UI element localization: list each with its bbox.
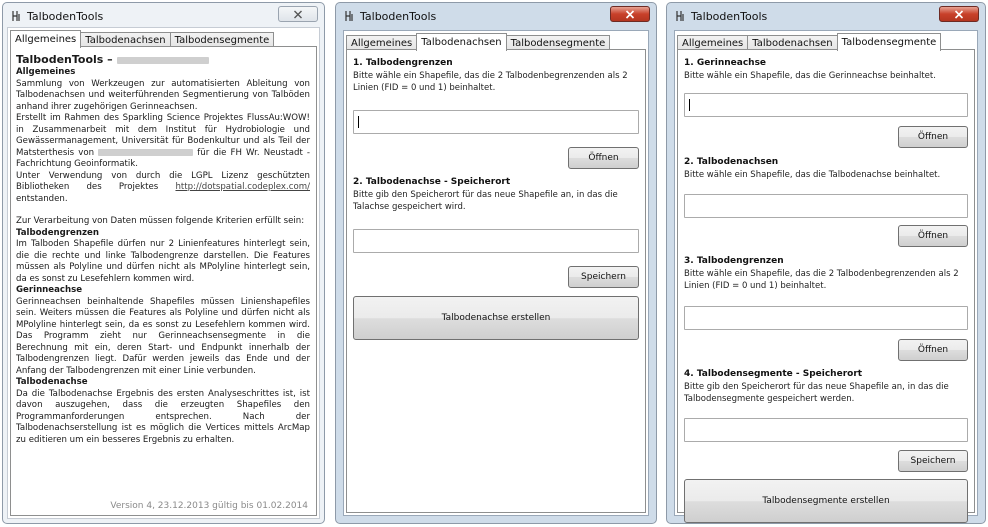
redacted-author bbox=[98, 148, 194, 156]
window-client: Allgemeines Talbodenachsen Talbodensegme… bbox=[674, 30, 978, 523]
close-icon bbox=[625, 9, 635, 19]
paragraph-gerinneachse: Gerinneachsen beinhaltende Shapefiles mü… bbox=[16, 296, 310, 376]
window-title: TalbodenTools bbox=[691, 10, 768, 23]
title-bar[interactable]: TalbodenTools bbox=[667, 3, 985, 29]
tab-panel: 1. Gerinneachse Bitte wähle ein Shapefil… bbox=[677, 49, 975, 523]
section-desc-gerinneachse: Bitte wähle ein Shapefile, das die Gerin… bbox=[684, 71, 936, 81]
section-title-talbodengrenzen: 3. Talbodengrenzen bbox=[684, 256, 784, 266]
section-title-gerinneachse: 1. Gerinneachse bbox=[684, 58, 767, 68]
text-caret bbox=[689, 99, 690, 111]
close-button[interactable] bbox=[610, 6, 650, 22]
tab-panel: 1. Talbodengrenzen Bitte wähle ein Shape… bbox=[346, 49, 646, 513]
section-desc-talbodenachsen: Bitte wähle ein Shapefile, das die Talbo… bbox=[684, 170, 941, 180]
tab-allgemeines[interactable]: Allgemeines bbox=[10, 30, 82, 48]
create-talbodenachse-button[interactable]: Talbodenachse erstellen bbox=[353, 296, 639, 340]
tab-panel: TalbodenTools – Allgemeines Sammlung von… bbox=[10, 46, 317, 516]
version-footer: Version 4, 23.12.2013 gültig bis 01.02.2… bbox=[110, 501, 308, 511]
section-title-speicherort: 2. Talbodenachse - Speicherort bbox=[353, 177, 511, 187]
segmente-save-path-input[interactable] bbox=[684, 418, 968, 442]
window-talbodensegmente: TalbodenTools Allgemeines Talbodenachsen… bbox=[666, 2, 986, 524]
text-caret bbox=[358, 116, 359, 128]
tab-talbodenachsen[interactable]: Talbodenachsen bbox=[416, 33, 507, 51]
save-path-input[interactable] bbox=[353, 229, 639, 253]
window-title: TalbodenTools bbox=[360, 10, 437, 23]
window-talbodenachsen: TalbodenTools Allgemeines Talbodenachsen… bbox=[335, 2, 657, 524]
close-button[interactable] bbox=[278, 6, 318, 22]
section-desc-segmente-speicherort: Bitte gib den Speicherort für das neue S… bbox=[684, 382, 949, 404]
paragraph-license: Unter Verwendung von durch die LGPL Lize… bbox=[16, 170, 310, 204]
window-allgemeines: TalbodenTools Allgemeines Talbodenachsen… bbox=[2, 2, 325, 524]
app-icon bbox=[12, 11, 20, 21]
open-talbodenachsen-button[interactable]: Öffnen bbox=[898, 225, 968, 247]
tab-strip: Allgemeines Talbodenachsen Talbodensegme… bbox=[677, 33, 942, 51]
window-client: Allgemeines Talbodenachsen Talbodensegme… bbox=[343, 30, 649, 516]
close-icon bbox=[294, 10, 302, 18]
section-desc-talbodengrenzen: Bitte wähle ein Shapefile, das die 2 Tal… bbox=[684, 269, 959, 291]
save-button[interactable]: Speichern bbox=[898, 450, 968, 472]
close-button[interactable] bbox=[939, 6, 979, 22]
open-talbodengrenzen-button[interactable]: Öffnen bbox=[898, 339, 968, 361]
window-title: TalbodenTools bbox=[27, 10, 104, 23]
section-title-talbodenachsen: 2. Talbodenachsen bbox=[684, 157, 779, 167]
tab-strip: Allgemeines Talbodenachsen Talbodensegme… bbox=[346, 33, 611, 51]
section-title-talbodenachse: Talbodenachse bbox=[16, 377, 88, 387]
tab-talbodensegmente[interactable]: Talbodensegmente bbox=[836, 33, 942, 51]
open-gerinneachse-button[interactable]: Öffnen bbox=[898, 126, 968, 148]
tab-strip: Allgemeines Talbodenachsen Talbodensegme… bbox=[10, 30, 275, 48]
section-title-talbodengrenzen: Talbodengrenzen bbox=[16, 227, 99, 238]
section-desc-speicherort: Bitte gib den Speicherort für das neue S… bbox=[353, 190, 618, 212]
talbodengrenzen-path-input[interactable] bbox=[353, 110, 639, 134]
paragraph-talbodengrenzen: Im Talboden Shapefile dürfen nur 2 Linie… bbox=[16, 239, 310, 284]
section-desc-talbodengrenzen: Bitte wähle ein Shapefile, das die 2 Tal… bbox=[353, 71, 628, 93]
create-talbodensegmente-button[interactable]: Talbodensegmente erstellen bbox=[684, 479, 968, 523]
close-icon bbox=[954, 9, 964, 19]
app-icon bbox=[345, 11, 353, 21]
app-icon bbox=[676, 11, 684, 21]
section-title-talbodengrenzen: 1. Talbodengrenzen bbox=[353, 58, 453, 68]
info-heading: TalbodenTools – bbox=[16, 53, 310, 67]
info-text: TalbodenTools – Allgemeines Sammlung von… bbox=[16, 53, 310, 446]
save-button[interactable]: Speichern bbox=[568, 266, 639, 288]
paragraph-criteria: Zur Verarbeitung von Daten müssen folgen… bbox=[16, 216, 305, 226]
gerinneachse-path-input[interactable] bbox=[684, 93, 968, 117]
open-button[interactable]: Öffnen bbox=[568, 147, 639, 169]
talbodengrenzen-path-input[interactable] bbox=[684, 306, 968, 330]
section-title-gerinneachse: Gerinneachse bbox=[16, 285, 83, 295]
title-bar[interactable]: TalbodenTools bbox=[3, 3, 324, 29]
section-title-allgemeines: Allgemeines bbox=[16, 67, 76, 77]
window-client: Allgemeines Talbodenachsen Talbodensegme… bbox=[7, 27, 320, 519]
paragraph-credits: Erstellt im Rahmen des Sparkling Science… bbox=[16, 113, 310, 169]
paragraph-talbodenachse: Da die Talbodenachse Ergebnis des ersten… bbox=[16, 388, 310, 445]
dotspatial-link[interactable]: http://dotspatial.codeplex.com/ bbox=[175, 182, 310, 192]
talbodenachsen-path-input[interactable] bbox=[684, 194, 968, 218]
section-title-segmente-speicherort: 4. Talbodensegmente - Speicherort bbox=[684, 369, 863, 379]
paragraph-description: Sammlung von Werkzeugen zur automatisier… bbox=[16, 78, 310, 112]
title-bar[interactable]: TalbodenTools bbox=[336, 3, 656, 29]
redacted-name bbox=[116, 56, 209, 64]
